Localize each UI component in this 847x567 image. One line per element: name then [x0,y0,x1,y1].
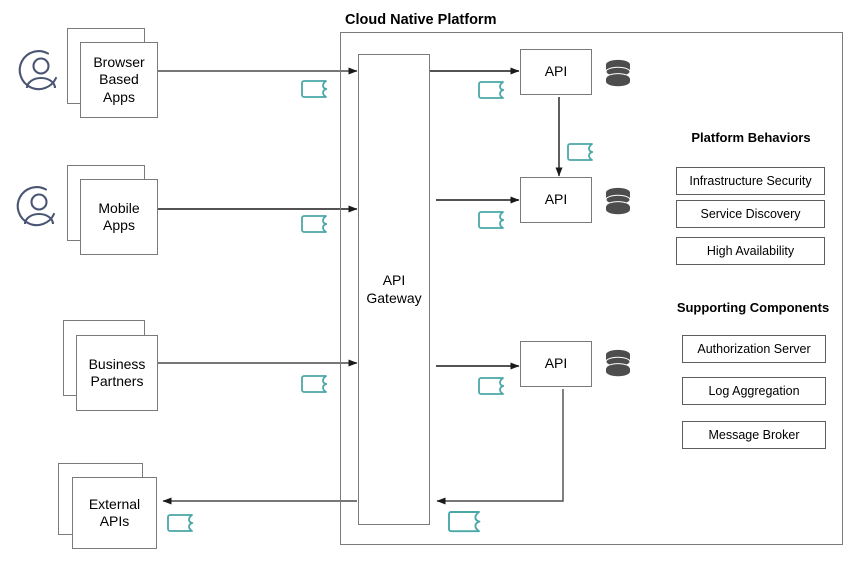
api-service-label: API [544,191,568,208]
page-title: Cloud Native Platform [345,12,497,28]
platform-behavior-label: Service Discovery [700,207,801,221]
consumer-label: External APIs [72,477,157,549]
api-service-box-1[interactable]: API [520,49,592,95]
api-contract-icon [478,377,505,395]
platform-behavior-item[interactable]: Infrastructure Security [676,167,825,195]
diagram-canvas: Cloud Native Platform Browser Based Apps… [0,0,847,567]
label-line: APIs [99,513,130,529]
api-service-box-3[interactable]: API [520,341,592,387]
consumer-label-text: Business Partners [89,356,146,390]
label-line: Apps [103,217,135,233]
consumer-mobile-apps[interactable]: Mobile Apps [67,165,158,255]
consumer-label-text: External APIs [89,496,140,530]
api-contract-icon [478,211,505,229]
consumer-label: Mobile Apps [80,179,158,255]
label-line: Based [99,71,139,88]
api-gateway-label: API Gateway [366,272,421,306]
api-contract-icon [167,514,194,532]
consumer-business-partners[interactable]: Business Partners [63,320,158,411]
api-contract-icon [301,80,328,98]
database-cylinder-icon [605,349,631,377]
label-line: Mobile [98,199,140,216]
supporting-component-label: Log Aggregation [708,384,800,398]
label-line: Apps [103,88,135,105]
label-line: Browser [93,54,145,71]
database-cylinder-icon [605,187,631,215]
platform-behavior-item[interactable]: Service Discovery [676,200,825,228]
supporting-component-item[interactable]: Message Broker [682,421,826,449]
api-gateway-box[interactable]: API Gateway [358,54,430,525]
api-service-label: API [544,63,568,80]
supporting-component-item[interactable]: Log Aggregation [682,377,826,405]
platform-behavior-label: High Availability [706,244,795,258]
label-line: Gateway [366,289,422,306]
label-line: API [382,272,406,289]
api-contract-icon [478,81,505,99]
supporting-component-label: Authorization Server [697,342,811,356]
user-avatar-icon [18,50,58,91]
api-contract-icon [301,215,328,233]
api-contract-icon [567,143,594,161]
api-contract-icon [301,375,328,393]
api-service-label: API [544,355,568,372]
consumer-external-apis[interactable]: External APIs [58,463,163,549]
supporting-component-label: Message Broker [708,428,800,442]
consumer-label-text: Browser Based Apps [93,54,144,105]
platform-behavior-item[interactable]: High Availability [676,237,825,265]
api-service-box-2[interactable]: API [520,177,592,223]
supporting-component-item[interactable]: Authorization Server [682,335,826,363]
platform-behaviors-title: Platform Behaviors [691,130,811,145]
user-avatar-icon [16,186,56,227]
consumer-label: Browser Based Apps [80,42,158,118]
consumer-label-text: Mobile Apps [98,200,139,234]
consumer-browser-based-apps[interactable]: Browser Based Apps [67,28,158,118]
consumer-label: Business Partners [76,335,158,411]
database-cylinder-icon [605,59,631,87]
api-contract-icon [448,511,481,533]
label-line: Business [88,355,146,372]
supporting-components-title: Supporting Components [676,300,830,315]
label-line: External [88,495,141,512]
label-line: Partners [90,373,144,389]
platform-behavior-label: Infrastructure Security [689,174,812,188]
